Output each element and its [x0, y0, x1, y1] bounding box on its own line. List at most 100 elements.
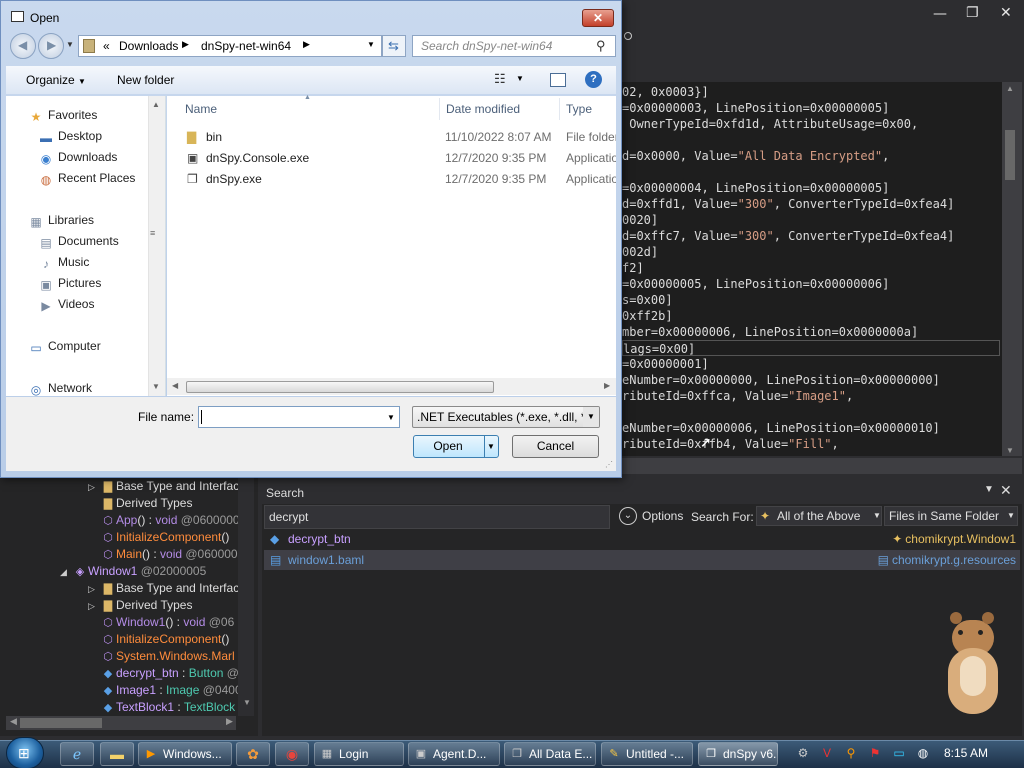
expand-arrow-icon[interactable]: ▷: [88, 598, 100, 615]
code-horizontal-scrollbar[interactable]: [622, 458, 1022, 474]
nav-item-libraries[interactable]: ▦ Libraries: [28, 210, 94, 230]
organize-button[interactable]: Organize ▼: [26, 73, 86, 87]
tree-node[interactable]: ▷ ▇ Base Type and Interfac: [88, 580, 239, 597]
search-result-row[interactable]: ◆ decrypt_btn ✦ chomikrypt.Window1: [264, 529, 1020, 549]
open-button[interactable]: Open ▼: [413, 435, 499, 458]
file-row[interactable]: ▣ dnSpy.Console.exe 12/7/2020 9:35 PM Appli…: [185, 148, 616, 168]
file-row[interactable]: ▇ bin 11/10/2022 8:07 AM File folder: [185, 127, 616, 147]
column-divider[interactable]: [439, 98, 440, 120]
taskbar-item[interactable]: ✎ Untitled -...: [601, 742, 693, 766]
restore-button[interactable]: ❐: [966, 5, 979, 21]
search-scope-combo[interactable]: Files in Same Folder ▼: [884, 506, 1018, 526]
minimize-button[interactable]: —: [933, 6, 947, 22]
breadcrumb-separator-icon[interactable]: ▶: [303, 39, 310, 50]
preview-pane-icon[interactable]: [550, 73, 566, 87]
breadcrumb-downloads[interactable]: Downloads: [119, 39, 178, 53]
scroll-grip-icon[interactable]: ≡: [150, 228, 155, 238]
tree-scroll-down-icon[interactable]: ▼: [243, 698, 251, 707]
tray-volume-icon[interactable]: ◍: [914, 744, 932, 762]
taskbar-item[interactable]: ▦ Login: [314, 742, 404, 766]
assembly-tree[interactable]: ▷ ▇ Base Type and Interfac ▇ Derived Types ⬡ A…: [0, 478, 258, 736]
nav-item-documents[interactable]: ▤ Documents: [38, 231, 118, 251]
scroll-up-arrow-icon[interactable]: ▲: [1006, 84, 1014, 93]
app-pinned-button[interactable]: ✿: [236, 742, 270, 766]
taskbar-item[interactable]: ▣ Agent.D...: [408, 742, 500, 766]
chrome-pinned-button[interactable]: ◉: [275, 742, 309, 766]
expand-arrow-icon[interactable]: ▷: [88, 479, 100, 496]
breadcrumb-overflow[interactable]: «: [103, 39, 110, 53]
view-options-icon[interactable]: ☷: [494, 71, 506, 87]
tree-node[interactable]: ◢ ◈ Window1 @02000005: [60, 563, 206, 580]
nav-item-computer[interactable]: ▭ Computer: [28, 336, 100, 356]
column-name[interactable]: Name: [185, 98, 217, 120]
tree-node[interactable]: ◆ decrypt_btn : Button @: [88, 665, 239, 682]
address-dropdown-icon[interactable]: ▼: [367, 40, 375, 49]
file-type-filter[interactable]: .NET Executables (*.exe, *.dll, *.netmod…: [412, 406, 600, 428]
dialog-search-input[interactable]: Search dnSpy-net-win64: [412, 35, 616, 57]
close-window-button[interactable]: ✕: [1000, 5, 1012, 21]
tray-search-icon[interactable]: ⚲: [842, 744, 860, 762]
tree-node[interactable]: ◆ TextBlock1 : TextBlock: [88, 699, 235, 716]
nav-item-videos[interactable]: ▶ Videos: [38, 294, 94, 314]
forward-button[interactable]: ▶: [38, 33, 64, 59]
tree-node[interactable]: ▷ ▇ Derived Types: [88, 597, 192, 614]
nav-scrollbar[interactable]: [148, 96, 165, 396]
dialog-close-button[interactable]: ✕: [582, 9, 614, 27]
open-dropdown-icon[interactable]: ▼: [487, 436, 495, 457]
nav-item-favorites[interactable]: ★ Favorites: [28, 105, 98, 125]
taskbar-item[interactable]: ❐ All Data E...: [504, 742, 596, 766]
breadcrumb-dnspy-folder[interactable]: dnSpy-net-win64: [201, 39, 291, 53]
tray-flag-icon[interactable]: ⚑: [866, 744, 884, 762]
back-button[interactable]: ◀: [10, 33, 36, 59]
nav-item-network[interactable]: ◎ Network: [28, 378, 92, 398]
recent-locations-icon[interactable]: ▼: [66, 40, 74, 49]
help-icon[interactable]: ?: [585, 71, 602, 88]
file-list-scroll-thumb[interactable]: [186, 381, 494, 393]
column-date-modified[interactable]: Date modified: [446, 98, 520, 120]
expand-arrow-icon[interactable]: ◢: [60, 564, 72, 581]
tree-scroll-right-icon[interactable]: ▶: [226, 716, 233, 727]
start-button[interactable]: ⊞: [6, 737, 44, 768]
tree-scroll-left-icon[interactable]: ◀: [10, 716, 17, 727]
cancel-button[interactable]: Cancel: [512, 435, 599, 458]
file-name-input[interactable]: ▼: [198, 406, 400, 428]
nav-item-recent-places[interactable]: ◍ Recent Places: [38, 168, 136, 188]
options-label[interactable]: Options: [642, 509, 683, 523]
refresh-button[interactable]: ⇆: [382, 35, 406, 57]
taskbar-item[interactable]: ▶ Windows...: [138, 742, 232, 766]
expand-arrow-icon[interactable]: ▷: [88, 581, 100, 598]
scroll-right-icon[interactable]: ▶: [604, 381, 610, 390]
code-editor[interactable]: 02, 0x0003}] =0x00000003, LinePosition=0x…: [622, 82, 1002, 456]
address-bar[interactable]: « Downloads ▶ dnSpy-net-win64 ▶ ▼: [78, 35, 382, 57]
taskbar-clock[interactable]: 8:15 AM: [944, 744, 988, 762]
tree-node[interactable]: ⬡ InitializeComponent(): [88, 529, 229, 546]
chevron-down-icon[interactable]: ▼: [516, 74, 524, 83]
tray-display-icon[interactable]: ▭: [890, 744, 908, 762]
file-row[interactable]: ❐ dnSpy.exe 12/7/2020 9:35 PM Application: [185, 169, 616, 189]
close-pane-icon[interactable]: ✕: [1000, 482, 1012, 499]
nav-item-pictures[interactable]: ▣ Pictures: [38, 273, 101, 293]
options-expand-icon[interactable]: ⌄: [619, 507, 637, 525]
tree-node[interactable]: ▷ ▇ Base Type and Interfac: [88, 478, 239, 495]
resize-grip-icon[interactable]: ⋰: [605, 460, 613, 469]
taskbar-item[interactable]: ❐ dnSpy v6...: [698, 742, 778, 766]
tree-node[interactable]: ⬡ System.Windows.Marl: [88, 648, 235, 665]
column-divider[interactable]: [559, 98, 560, 120]
scroll-up-icon[interactable]: ▲: [152, 100, 160, 109]
explorer-pinned-button[interactable]: ▬: [100, 742, 134, 766]
tray-app-icon[interactable]: ⚙: [794, 744, 812, 762]
nav-item-music[interactable]: ♪ Music: [38, 252, 89, 272]
tree-node[interactable]: ⬡ Main() : void @060000: [88, 546, 237, 563]
new-folder-button[interactable]: New folder: [117, 73, 174, 87]
pane-dropdown-icon[interactable]: ▼: [984, 484, 994, 495]
nav-item-desktop[interactable]: ▬ Desktop: [38, 126, 102, 146]
scroll-down-icon[interactable]: ▼: [152, 382, 160, 391]
chevron-down-icon[interactable]: ▼: [387, 408, 395, 428]
tree-scroll-thumb[interactable]: [20, 718, 102, 728]
scroll-left-icon[interactable]: ◀: [172, 381, 178, 390]
search-result-row[interactable]: ▤ window1.baml ▤ chomikrypt.g.resources: [264, 550, 1020, 570]
ie-pinned-button[interactable]: ℯ: [60, 742, 94, 766]
tree-node[interactable]: ⬡ InitializeComponent(): [88, 631, 229, 648]
tree-node[interactable]: ⬡ Window1() : void @06: [88, 614, 234, 631]
search-for-combo[interactable]: ✦ All of the Above ▼: [756, 506, 882, 526]
